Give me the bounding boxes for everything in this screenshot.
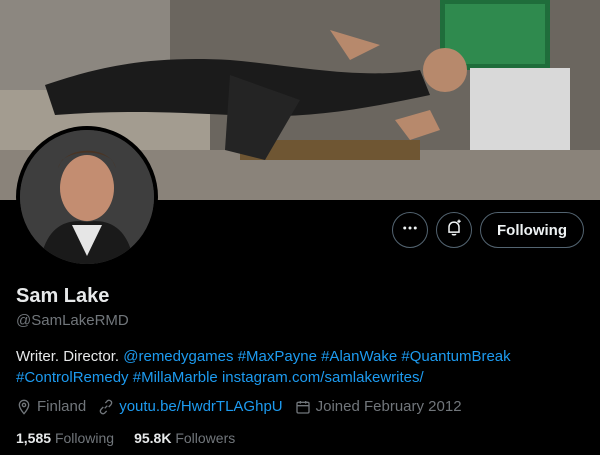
joined-text: Joined February 2012 xyxy=(315,398,462,415)
profile-bio: Writer. Director. @remedygames #MaxPayne… xyxy=(16,346,586,388)
notification-bell-add-icon xyxy=(444,218,464,243)
bio-tag[interactable]: #QuantumBreak xyxy=(401,348,510,365)
location-text: Finland xyxy=(37,398,87,415)
location-icon xyxy=(16,399,32,415)
more-icon xyxy=(401,219,419,242)
bio-tag[interactable]: #MaxPayne xyxy=(238,348,317,365)
followers-count: 95.8K xyxy=(134,430,172,446)
profile-actions: Following xyxy=(392,212,584,248)
bio-tag[interactable]: #MillaMarble xyxy=(133,369,218,386)
bio-text: Writer. Director. xyxy=(16,348,124,365)
website-link[interactable]: youtu.be/HwdrTLAGhpU xyxy=(119,398,282,415)
profile-stats: 1,585 Following 95.8K Followers xyxy=(16,430,235,446)
bio-tag[interactable]: @remedygames xyxy=(123,348,233,365)
bio-link[interactable]: instagram.com/samlakewrites/ xyxy=(222,369,424,386)
bio-tag[interactable]: #AlanWake xyxy=(321,348,397,365)
followers-label: Followers xyxy=(175,430,236,446)
avatar-photo xyxy=(20,130,154,264)
location-item: Finland xyxy=(16,398,86,415)
following-button[interactable]: Following xyxy=(480,212,584,248)
profile-name: Sam Lake xyxy=(16,285,110,307)
profile-avatar[interactable] xyxy=(16,126,158,268)
following-stat[interactable]: 1,585 Following xyxy=(16,430,114,446)
more-button[interactable] xyxy=(392,212,429,248)
profile-meta: Finland youtu.be/HwdrTLAGhpU Joined Febr… xyxy=(16,398,462,415)
link-icon xyxy=(98,399,114,415)
profile-handle: @SamLakeRMD xyxy=(16,312,129,329)
following-count: 1,585 xyxy=(16,430,52,446)
calendar-icon xyxy=(295,399,311,415)
joined-item: Joined February 2012 xyxy=(295,398,462,415)
website-item: youtu.be/HwdrTLAGhpU xyxy=(98,398,283,415)
followers-stat[interactable]: 95.8K Followers xyxy=(134,430,235,446)
following-label: Following xyxy=(54,430,115,446)
notifications-button[interactable] xyxy=(436,212,473,248)
bio-tag[interactable]: #ControlRemedy xyxy=(16,369,129,386)
